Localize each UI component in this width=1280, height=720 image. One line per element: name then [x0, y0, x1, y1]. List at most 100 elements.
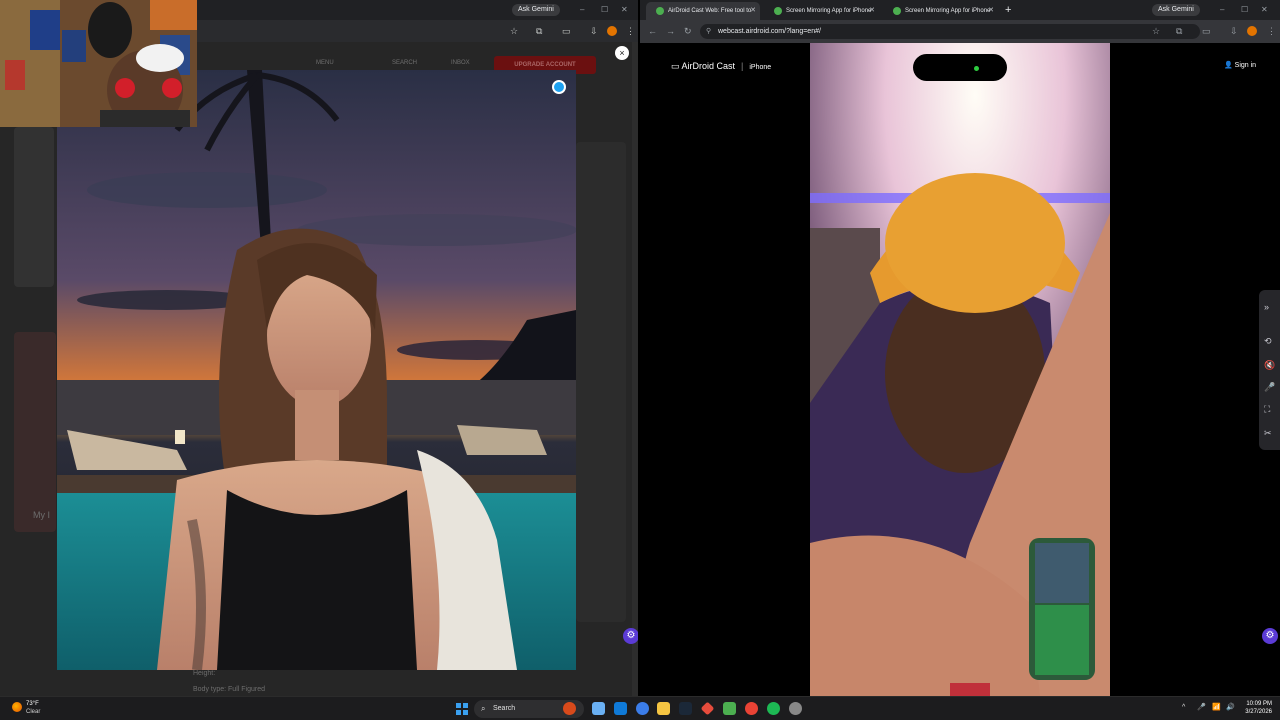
close-photo-button[interactable]: × — [615, 46, 629, 60]
downloads-icon[interactable]: ⇩ — [1230, 26, 1238, 36]
profile-photo-image — [57, 70, 576, 670]
mirroring-favicon-icon — [893, 7, 901, 15]
tab-airdroid-cast[interactable]: AirDroid Cast Web: Free tool to ✕ — [646, 2, 760, 20]
sign-in-button[interactable]: 👤 Sign in — [1224, 61, 1256, 71]
left-minimize-button[interactable]: – — [580, 4, 584, 16]
right-menu-icon[interactable]: ⋮ — [1267, 26, 1276, 36]
right-browser-window: AirDroid Cast Web: Free tool to ✕ Screen… — [640, 0, 1280, 696]
cast-monitor-icon: ▭ — [671, 61, 682, 71]
user-icon: 👤 — [1224, 62, 1235, 69]
streamer-webcam-overlay — [0, 0, 197, 127]
right-minimize-button[interactable]: – — [1220, 4, 1224, 16]
mirrored-phone-screen[interactable] — [810, 43, 1110, 696]
extensions-icon[interactable]: ⧉ — [1176, 26, 1182, 36]
dim-my-heading: My I — [33, 510, 50, 520]
split-view-icon[interactable]: ▭ — [1202, 26, 1211, 36]
dim-heart-card — [14, 332, 56, 532]
tab-screen-mirroring-2[interactable]: Screen Mirroring App for iPhone ✕ — [883, 2, 998, 20]
camera-active-indicator-icon — [974, 66, 979, 71]
wifi-icon[interactable]: 📶 — [1212, 702, 1221, 714]
dim-sidebar-card — [14, 127, 54, 287]
airdroid-cast-logo[interactable]: ▭ AirDroid Cast | iPhone — [671, 60, 771, 74]
url-text: webcast.airdroid.com/?lang=en#/ — [718, 28, 821, 35]
weather-temperature[interactable]: 73°F — [26, 700, 39, 708]
screenshot-scissors-icon[interactable]: ✂ — [1264, 428, 1272, 438]
address-bar[interactable]: ⚲ webcast.airdroid.com/?lang=en#/ — [700, 24, 1200, 39]
microphone-icon[interactable]: 🎤 — [1197, 702, 1206, 714]
brand-divider: | — [741, 61, 744, 71]
floating-settings-gear-icon[interactable]: ⚙ — [623, 628, 638, 644]
fullscreen-icon[interactable]: ⛶ — [1264, 404, 1270, 414]
webcam-feed-image — [0, 0, 197, 127]
copilot-icon[interactable] — [614, 702, 627, 715]
downloads-icon[interactable]: ⇩ — [590, 26, 598, 36]
device-label: iPhone — [749, 64, 772, 71]
left-profile-avatar[interactable] — [607, 26, 617, 36]
split-view-icon[interactable]: ▭ — [562, 26, 571, 36]
forward-arrow-icon[interactable]: → — [666, 26, 675, 36]
right-close-window-button[interactable]: ✕ — [1261, 4, 1268, 16]
tab-close-icon[interactable]: ✕ — [988, 2, 994, 20]
right-maximize-button[interactable]: ☐ — [1241, 4, 1248, 16]
chrome-icon[interactable] — [745, 702, 758, 715]
dim-nav-search: SEARCH — [392, 60, 418, 66]
right-ask-gemini-button[interactable]: Ask Gemini — [1152, 4, 1200, 16]
floating-settings-gear-icon[interactable]: ⚙ — [1262, 628, 1278, 644]
dim-body-type-label: Body type: Full Figured — [193, 686, 265, 693]
left-scrollbar[interactable] — [632, 42, 638, 696]
verified-check-icon — [552, 80, 566, 94]
left-close-window-button[interactable]: ✕ — [621, 4, 628, 16]
tab-label: AirDroid Cast Web: Free tool to — [668, 8, 752, 14]
app-green-icon[interactable] — [723, 702, 736, 715]
dim-nav-inbox: INBOX — [451, 60, 470, 66]
taskbar-widget-icon[interactable] — [563, 702, 576, 715]
new-tab-button[interactable]: + — [1005, 3, 1011, 17]
mirroring-favicon-icon — [774, 7, 782, 15]
tab-close-icon[interactable]: ✕ — [869, 2, 875, 20]
left-ask-gemini-button[interactable]: Ask Gemini — [512, 4, 560, 16]
cast-brand-text: AirDroid Cast — [681, 61, 736, 71]
site-info-icon[interactable]: ⚲ — [706, 24, 711, 39]
bookmark-star-icon[interactable]: ☆ — [1152, 26, 1160, 36]
dim-right-column — [576, 142, 626, 622]
show-hidden-icons-chevron-icon[interactable]: ^ — [1182, 702, 1185, 714]
search-label: Search — [493, 705, 516, 712]
weather-icon[interactable] — [12, 702, 22, 712]
extensions-icon[interactable]: ⧉ — [536, 26, 542, 36]
tab-close-icon[interactable]: ✕ — [750, 2, 756, 20]
left-maximize-button[interactable]: ☐ — [601, 4, 608, 16]
clock-date[interactable]: 3/27/2026 — [1242, 708, 1272, 716]
tab-label: Screen Mirroring App for iPhone — [905, 8, 991, 14]
sign-in-label: Sign in — [1234, 62, 1257, 69]
clock-time[interactable]: 10:09 PM — [1242, 700, 1272, 708]
bookmark-star-icon[interactable]: ☆ — [510, 26, 518, 36]
reload-icon[interactable]: ↻ — [684, 26, 692, 36]
spotify-icon[interactable] — [767, 702, 780, 715]
app-gray-icon[interactable] — [789, 702, 802, 715]
edge-browser-icon[interactable] — [636, 702, 649, 715]
volume-icon[interactable]: 🔊 — [1226, 702, 1235, 714]
dynamic-island — [913, 54, 1007, 81]
left-menu-icon[interactable]: ⋮ — [626, 26, 635, 36]
task-view-icon[interactable] — [592, 702, 605, 715]
search-icon: ⌕ — [481, 704, 486, 713]
microphone-off-icon[interactable]: 🎤 — [1264, 382, 1275, 392]
airdroid-favicon-icon — [656, 7, 664, 15]
file-explorer-icon[interactable] — [657, 702, 670, 715]
collapse-toolbar-icon[interactable]: » — [1264, 302, 1269, 312]
desktop-screen: Ask Gemini – ☐ ✕ ☆ ⧉ ▭ ⇩ ⋮ MENU SEARCH I… — [0, 0, 1280, 720]
dim-nav-menu: MENU — [316, 60, 334, 66]
weather-description[interactable]: Clear — [26, 708, 40, 716]
right-profile-avatar[interactable] — [1247, 26, 1257, 36]
cast-side-toolbar: » ⟲ 🔇 🎤 ⛶ ✂ — [1259, 290, 1280, 450]
tab-screen-mirroring-1[interactable]: Screen Mirroring App for iPhone ✕ — [764, 2, 879, 20]
windows-taskbar: 73°F Clear ⌕ Search ^ 🎤 📶 🔊 10:09 PM 3/2… — [0, 696, 1280, 720]
back-arrow-icon[interactable]: ← — [648, 26, 657, 36]
app-diamond-icon[interactable] — [700, 701, 715, 716]
profile-photo[interactable] — [57, 70, 576, 670]
start-button[interactable] — [456, 703, 468, 715]
rotate-screen-icon[interactable]: ⟲ — [1264, 336, 1272, 346]
tab-label: Screen Mirroring App for iPhone — [786, 8, 872, 14]
steam-icon[interactable] — [679, 702, 692, 715]
mute-audio-icon[interactable]: 🔇 — [1264, 360, 1275, 370]
